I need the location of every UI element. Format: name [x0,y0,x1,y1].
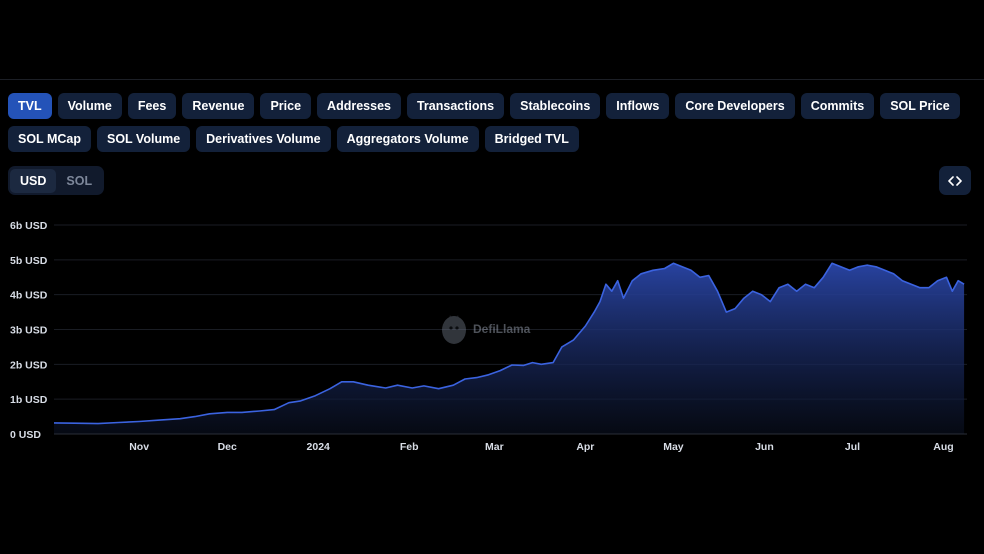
metric-tab-fees[interactable]: Fees [127,93,177,119]
tvl-area-fill [54,263,965,434]
currency-toggle: USD SOL [8,166,105,195]
metric-tab-bridged-tvl[interactable]: Bridged TVL [484,126,579,152]
x-tick-label: Mar [485,441,504,453]
metric-tabs-row-2: SOL MCap SOL Volume Derivatives Volume Aggr… [8,126,579,152]
defillama-watermark: DefiLlama [440,313,530,345]
metric-tabs-row-1: TVL Volume Fees Revenue Price Addresses Transa… [8,93,960,119]
x-tick-label: Feb [400,441,419,453]
metric-tab-sol-volume[interactable]: SOL Volume [96,126,191,152]
metric-tab-sol-mcap[interactable]: SOL MCap [8,126,91,152]
code-brackets-icon [948,175,962,186]
metric-tab-derivatives-volume[interactable]: Derivatives Volume [196,126,331,152]
x-tick-label: 2024 [307,441,331,453]
metric-tab-stablecoins[interactable]: Stablecoins [510,93,601,119]
metric-tab-core-developers[interactable]: Core Developers [675,93,795,119]
embed-code-button[interactable] [939,166,971,195]
metric-tab-revenue[interactable]: Revenue [182,93,255,119]
x-tick-label: Aug [933,441,953,453]
x-tick-label: May [663,441,684,453]
y-tick-label: 3b USD [10,325,48,337]
metric-tab-transactions[interactable]: Transactions [406,93,505,119]
chart-series [53,262,967,435]
metric-tab-aggregators-volume[interactable]: Aggregators Volume [336,126,479,152]
metric-tab-tvl[interactable]: TVL [8,93,52,119]
metric-tab-addresses[interactable]: Addresses [317,93,401,119]
header-divider [0,79,984,80]
y-tick-label: 2b USD [10,359,48,371]
x-tick-label: Nov [129,441,149,453]
y-tick-label: 1b USD [10,394,48,406]
x-tick-label: Apr [576,441,594,453]
y-tick-label: 5b USD [10,255,48,267]
llama-logo-icon [442,315,466,344]
x-axis-ticks: Nov Dec 2024 Feb Mar Apr May Jun Jul Aug [129,441,954,453]
currency-option-sol[interactable]: SOL [56,169,102,193]
metric-tab-volume[interactable]: Volume [57,93,122,119]
watermark-text: DefiLlama [473,322,531,336]
x-tick-label: Dec [218,441,237,453]
y-axis-ticks: 0 USD 1b USD 2b USD 3b USD 4b USD 5b USD 6b US… [10,220,48,441]
y-tick-label: 0 USD [10,429,41,441]
metric-tab-price[interactable]: Price [260,93,312,119]
x-tick-label: Jun [755,441,774,453]
metric-tab-commits[interactable]: Commits [800,93,875,119]
currency-option-usd[interactable]: USD [10,168,57,193]
x-tick-label: Jul [845,441,860,453]
y-tick-label: 4b USD [10,290,48,302]
y-tick-label: 6b USD [10,220,48,232]
metric-tab-sol-price[interactable]: SOL Price [880,93,960,119]
metric-tab-inflows[interactable]: Inflows [606,93,670,119]
